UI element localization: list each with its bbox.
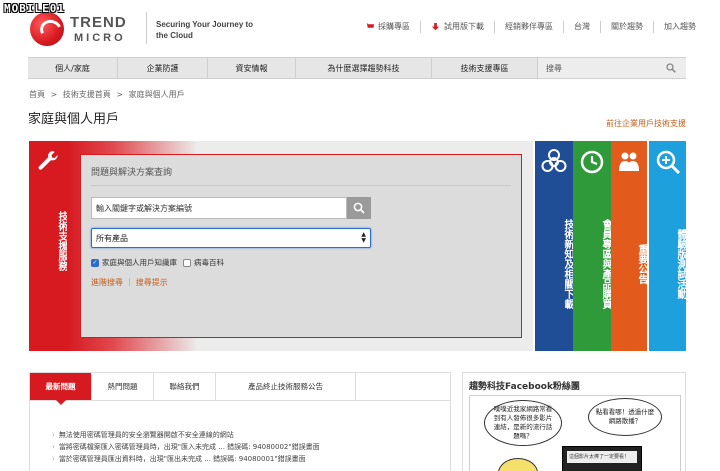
breadcrumb-home[interactable]: 首頁 [29,90,45,99]
facebook-panel-title: 趨勢科技Facebook粉絲團 [469,382,580,392]
search-tips-link[interactable]: 搜尋提示 [136,277,168,288]
facebook-comic-image[interactable]: 噗噗近我家網路常看到有人發佈很多影片連結，是新的流行話題嗎？ 點看看哪！透過什麼… [469,395,681,471]
screen-text: 這個影片太棒了一定要看！ [567,451,637,463]
checkbox-knowledge-base[interactable] [91,258,99,267]
checkbox-virus-encyclopedia[interactable] [183,258,191,267]
product-select-value: 所有產品 [96,234,128,243]
top-link-region[interactable]: 台灣 [563,21,600,33]
bullet-icon: › [52,455,55,463]
breadcrumb: 首頁 > 技術支援首頁 > 家庭與個人用戶 [29,89,188,100]
phone-screen: 這個影片太棒了一定要看！ [562,446,642,471]
search-icon [353,202,365,214]
top-link-partners[interactable]: 經銷夥伴專區 [494,21,563,33]
tagline-divider [146,12,147,44]
nav-item-why-trend[interactable]: 為什麼選擇趨勢科技 [296,58,432,78]
top-link-about[interactable]: 關於趨勢 [600,21,653,33]
nav-search-placeholder: 搜尋 [546,64,562,73]
select-arrows-icon: ▲ ▼ [361,231,366,244]
feature-tab-label: 重要公告 [636,243,647,284]
nav-search-field[interactable]: 搜尋 [538,58,686,78]
top-link-careers[interactable]: 加入趨勢 [653,21,706,33]
breadcrumb-separator: > [116,90,124,99]
feature-tab-label: 體驗版測試活動 [675,228,686,299]
issues-tabs: 最新問題 熱門問題 聯絡我們 產品終止技術服務公告 [30,373,450,405]
wrench-icon [38,151,58,170]
search-panel-title: 問題與解決方案查詢 [91,168,173,178]
download-icon [431,23,440,31]
search-panel: 問題與解決方案查詢 輸入關鍵字或解決方案編號 所有產品 ▲▼ 家庭與個人用戶知識… [67,141,533,351]
top-links: 採購專區 試用版下載 經銷夥伴專區 台灣 關於趨勢 加入趨勢 [355,21,706,33]
option-label: 病毒百科 [194,258,224,267]
speech-bubble: 點看看哪！透過什麼網路散播？ [588,398,662,436]
breadcrumb-separator: > [50,90,58,99]
list-item[interactable]: › 當於密碼管理員匯出資料時，出現"匯出未完成 ... 錯誤碼: 94080001… [52,453,320,465]
enterprise-support-link[interactable]: 前往企業用戶技術支援 [606,118,686,129]
feature-tab-tech-news[interactable]: 技術新知及相關下載 [535,141,573,351]
tab-contact-us[interactable]: 聯絡我們 [154,373,216,400]
nav-item-threat-intel[interactable]: 資安情報 [208,58,296,78]
breadcrumb-current: 家庭與個人用戶 [128,90,185,99]
speech-bubble: 噗噗近我家網路常看到有人發佈很多影片連結，是新的流行話題嗎？ [484,400,562,446]
list-item[interactable]: › 當將密碼檔案匯入密碼管理員時，出現"匯入未完成 ... 錯誤碼: 940800… [52,441,320,453]
main-nav: 個人/家庭 企業防護 資安情報 為什麼選擇趨勢科技 技術支援專區 搜尋 [28,57,686,79]
nav-item-support[interactable]: 技術支援專區 [432,58,538,78]
issues-panel: 最新問題 熱門問題 聯絡我們 產品終止技術服務公告 › 無法使用密碼管理員的安全瀏… [29,372,451,471]
feature-tab-label: 會員專區與產品購買 [600,218,611,309]
clock-icon [580,150,604,174]
top-link-label: 台灣 [574,22,590,31]
bullet-icon: › [52,443,55,451]
keyword-search-button[interactable] [347,197,371,219]
search-icon[interactable] [666,63,676,73]
option-label: 家庭與個人用戶知識庫 [102,258,177,267]
advanced-search-link[interactable]: 進階搜尋 [91,277,123,288]
nav-item-business[interactable]: 企業防護 [118,58,208,78]
people-icon [619,152,639,171]
feature-tab-beta[interactable]: 體驗版測試活動 [649,141,686,351]
search-scope-options: 家庭與個人用戶知識庫 病毒百科 [91,257,230,268]
top-link-label: 試用版下載 [444,22,484,31]
faq-list: › 無法使用密碼管理員的安全瀏覽器開啟不安全連線的網站 › 當將密碼檔案匯入密碼管理… [52,429,320,465]
logo-line2: MICRO [74,32,126,44]
cartoon-character [498,458,538,471]
biohazard-icon [541,149,567,172]
feature-tab-announcements[interactable]: 重要公告 [611,141,647,351]
bullet-icon: › [52,431,55,439]
option-knowledge-base[interactable]: 家庭與個人用戶知識庫 [91,257,177,268]
link-separator: | [128,277,131,286]
list-item[interactable]: › 無法使用密碼管理員的安全瀏覽器開啟不安全連線的網站 [52,429,320,441]
faq-text: 無法使用密碼管理員的安全瀏覽器開啟不安全連線的網站 [58,431,234,439]
facebook-panel: 趨勢科技Facebook粉絲團 噗噗近我家網路常看到有人發佈很多影片連結，是新的… [462,372,686,471]
tab-eol-announcements[interactable]: 產品終止技術服務公告 [216,373,356,400]
tab-latest-issues[interactable]: 最新問題 [30,373,92,405]
tagline: Securing Your Journey to the Cloud [156,20,254,40]
search-links: 進階搜尋 | 搜尋提示 [91,277,168,288]
keyword-search-input[interactable]: 輸入關鍵字或解決方案編號 [91,197,347,219]
top-link-label: 關於趨勢 [611,22,643,31]
support-services-tab[interactable]: 技術支援服務 [29,141,67,351]
divider [91,185,511,186]
logo-ball-icon [30,12,64,46]
cart-icon [365,23,374,28]
top-link-purchase[interactable]: 採購專區 [355,21,420,33]
tab-popular-issues[interactable]: 熱門問題 [92,373,154,400]
page-title: 家庭與個人用戶 [28,112,120,127]
product-select[interactable]: 所有產品 ▲ ▼ [91,228,371,248]
magnifier-plus-icon [656,150,680,175]
watermark: MOBILE01 [4,2,65,15]
nav-item-home[interactable]: 個人/家庭 [28,58,118,78]
top-link-trial[interactable]: 試用版下載 [420,21,494,33]
top-link-label: 加入趨勢 [664,22,696,31]
faq-text: 當於密碼管理員匯出資料時，出現"匯出未完成 ... 錯誤碼: 94080001"… [58,455,306,463]
option-virus-encyclopedia[interactable]: 病毒百科 [183,257,224,268]
faq-text: 當將密碼檔案匯入密碼管理員時，出現"匯入未完成 ... 錯誤碼: 9408000… [58,443,320,451]
top-link-label: 採購專區 [378,22,410,31]
support-services-label: 技術支援服務 [56,211,67,271]
top-link-label: 經銷夥伴專區 [505,22,553,31]
search-box: 問題與解決方案查詢 輸入關鍵字或解決方案編號 所有產品 ▲▼ 家庭與個人用戶知識… [80,154,522,338]
feature-tab-members[interactable]: 會員專區與產品購買 [573,141,611,351]
feature-tab-label: 技術新知及相關下載 [562,218,573,309]
breadcrumb-support[interactable]: 技術支援首頁 [63,90,111,99]
logo-line1: TREND [70,14,127,31]
page: MOBILE01 TREND MICRO Securing Your Journ… [0,0,720,471]
